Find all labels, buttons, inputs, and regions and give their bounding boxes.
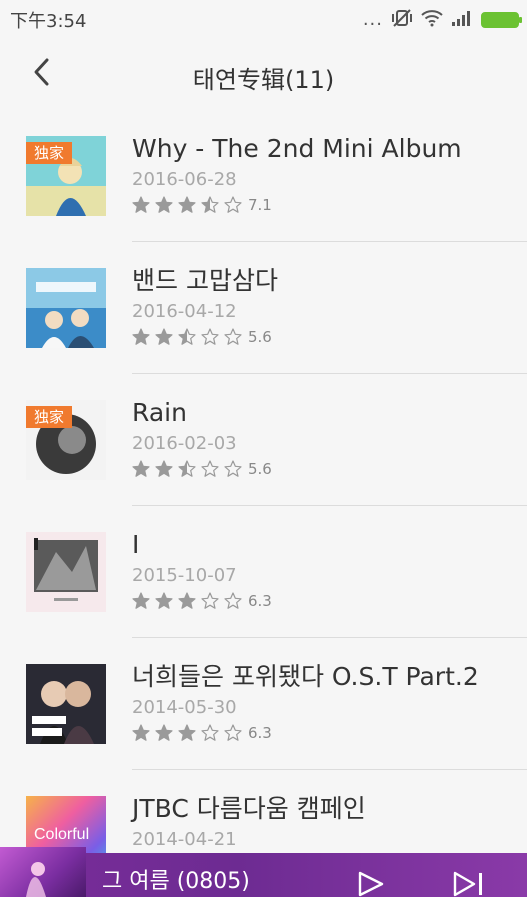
star-rating <box>132 724 242 742</box>
star-filled-icon <box>132 724 150 741</box>
status-bar: 下午3:54 ... <box>0 0 527 38</box>
album-rating: 6.3 <box>132 590 527 612</box>
album-date: 2016-06-28 <box>132 169 237 190</box>
album-rating: 6.3 <box>132 722 527 744</box>
star-empty-icon <box>224 460 242 477</box>
album-date: 2014-04-21 <box>132 829 237 850</box>
battery-icon <box>481 12 522 28</box>
album-row[interactable]: 独家 Why - The 2nd Mini Album 2016-06-28 7… <box>0 110 527 242</box>
album-rating: 5.6 <box>132 326 527 348</box>
star-filled-icon <box>132 328 150 345</box>
album-row[interactable]: 独家 Rain 2016-02-03 5.6 <box>0 374 527 506</box>
star-half-icon <box>201 196 219 213</box>
album-date: 2014-05-30 <box>132 697 237 718</box>
rating-score: 6.3 <box>248 724 272 742</box>
star-empty-icon <box>224 724 242 741</box>
album-title: 밴드 고맙삼다 <box>132 266 278 295</box>
status-time: 下午3:54 <box>10 11 87 32</box>
star-filled-icon <box>178 592 196 609</box>
star-filled-icon <box>155 460 173 477</box>
star-half-icon <box>178 328 196 345</box>
star-filled-icon <box>132 196 150 213</box>
skip-next-icon <box>452 871 486 897</box>
album-title: Rain <box>132 398 187 427</box>
album-row[interactable]: 너희들은 포위됐다 O.S.T Part.2 2014-05-30 6.3 <box>0 638 527 770</box>
star-empty-icon <box>201 724 219 741</box>
star-empty-icon <box>201 460 219 477</box>
play-button[interactable] <box>356 871 386 897</box>
play-icon <box>356 871 386 897</box>
star-filled-icon <box>155 724 173 741</box>
star-empty-icon <box>201 592 219 609</box>
star-empty-icon <box>224 196 242 213</box>
album-cover: 独家 <box>26 400 106 480</box>
star-filled-icon <box>155 196 173 213</box>
album-date: 2015-10-07 <box>132 565 237 586</box>
vibrate-mute-icon <box>391 8 413 32</box>
album-date: 2016-02-03 <box>132 433 237 454</box>
rating-score: 6.3 <box>248 592 272 610</box>
mini-player[interactable]: 그 여름 (0805) <box>0 847 527 897</box>
album-list: 独家 Why - The 2nd Mini Album 2016-06-28 7… <box>0 110 527 897</box>
rating-score: 7.1 <box>248 196 272 214</box>
exclusive-badge: 独家 <box>26 406 73 428</box>
exclusive-badge: 独家 <box>26 142 73 164</box>
star-filled-icon <box>178 724 196 741</box>
star-rating <box>132 196 242 214</box>
star-empty-icon <box>224 328 242 345</box>
signal-icon <box>451 10 473 30</box>
more-dots-icon: ... <box>362 9 383 30</box>
album-title: JTBC 다름다움 캠페인 <box>132 794 366 823</box>
album-cover <box>26 664 106 744</box>
star-filled-icon <box>132 592 150 609</box>
star-empty-icon <box>201 328 219 345</box>
album-title: 너희들은 포위됐다 O.S.T Part.2 <box>132 662 479 691</box>
album-title: Why - The 2nd Mini Album <box>132 134 462 163</box>
star-half-icon <box>178 460 196 477</box>
wifi-icon <box>421 9 443 31</box>
star-rating <box>132 460 242 478</box>
app-bar: 태연专辑(11) <box>0 38 527 110</box>
album-rating: 5.6 <box>132 458 527 480</box>
now-playing-cover <box>0 847 86 897</box>
star-filled-icon <box>155 592 173 609</box>
star-filled-icon <box>155 328 173 345</box>
star-rating <box>132 328 242 346</box>
album-cover <box>26 532 106 612</box>
page-title: 태연专辑(11) <box>192 66 335 94</box>
album-row[interactable]: 밴드 고맙삼다 2016-04-12 5.6 <box>0 242 527 374</box>
status-icons: ... <box>362 8 522 32</box>
album-date: 2016-04-12 <box>132 301 237 322</box>
star-filled-icon <box>132 460 150 477</box>
star-empty-icon <box>224 592 242 609</box>
album-rating: 7.1 <box>132 194 527 216</box>
cover-text: Colorful <box>34 826 90 843</box>
album-title: I <box>132 530 140 559</box>
album-cover <box>26 268 106 348</box>
album-row[interactable]: I 2015-10-07 6.3 <box>0 506 527 638</box>
star-filled-icon <box>178 196 196 213</box>
star-rating <box>132 592 242 610</box>
rating-score: 5.6 <box>248 328 272 346</box>
now-playing-title: 그 여름 (0805) <box>102 869 250 894</box>
next-button[interactable] <box>452 871 486 897</box>
album-cover: 独家 <box>26 136 106 216</box>
rating-score: 5.6 <box>248 460 272 478</box>
